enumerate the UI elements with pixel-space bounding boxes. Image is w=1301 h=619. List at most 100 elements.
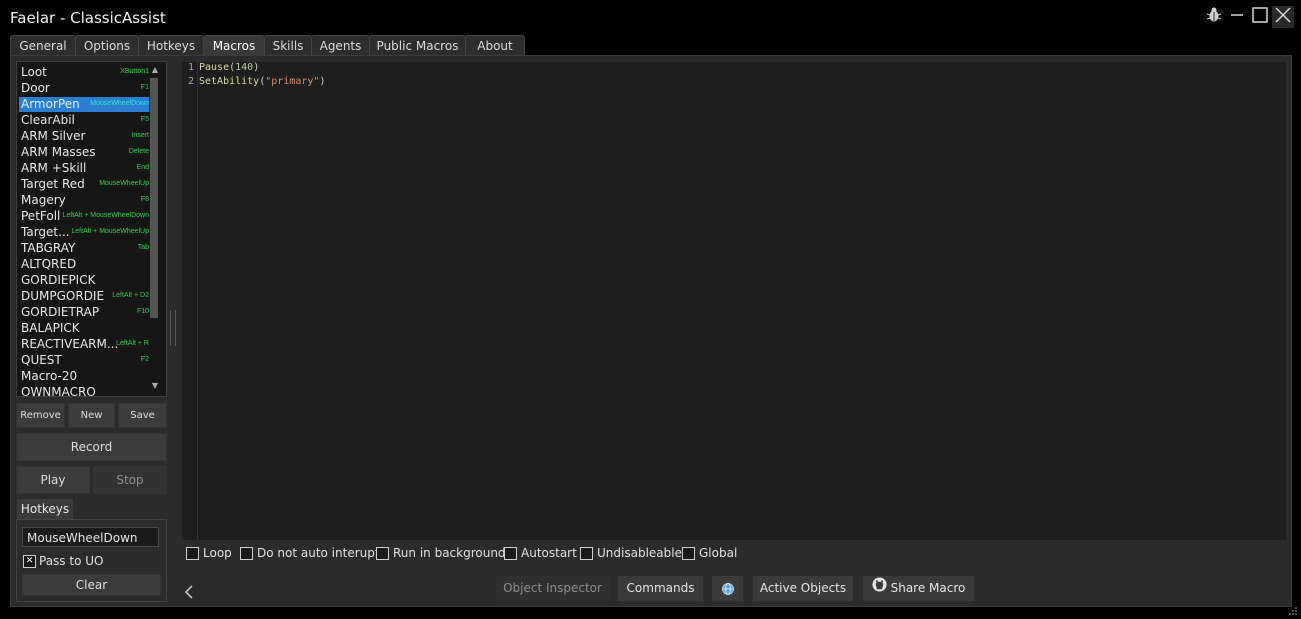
commands-button[interactable]: Commands — [618, 576, 703, 601]
list-item[interactable]: Door F1 — [19, 81, 149, 96]
macro-name: Target Red — [21, 177, 85, 191]
maximize-icon[interactable] — [1249, 6, 1271, 28]
macro-name: Loot — [21, 65, 47, 79]
list-item[interactable]: TABGRAY Tab — [19, 241, 149, 256]
globe-icon[interactable] — [712, 576, 743, 601]
macro-name: Macro-20 — [21, 369, 78, 383]
code-string: "primary" — [265, 76, 320, 87]
tab-macros[interactable]: Macros — [203, 35, 265, 56]
list-item[interactable]: BALAPICK — [19, 321, 149, 336]
scroll-thumb[interactable] — [150, 78, 158, 318]
github-icon — [872, 576, 887, 601]
global-checkbox[interactable] — [682, 547, 695, 560]
macro-name: DUMPGORDIE — [21, 289, 105, 303]
list-item[interactable]: ARM Masses Delete — [19, 145, 149, 160]
macro-name: QUEST — [21, 353, 62, 367]
minimize-icon[interactable] — [1226, 6, 1248, 28]
loop-label: Loop — [203, 546, 232, 560]
share-macro-label: Share Macro — [890, 581, 966, 595]
tab-options[interactable]: Options — [75, 35, 139, 56]
macro-hotkey: LeftAlt + D2 — [112, 292, 149, 299]
line-number: 1 — [187, 62, 194, 73]
scroll-down-icon[interactable]: ▼ — [149, 381, 161, 391]
tab-skills[interactable]: Skills — [264, 35, 312, 56]
list-item[interactable]: Macro-20 — [19, 369, 149, 384]
code-editor[interactable] — [181, 61, 1287, 541]
list-item[interactable]: GORDIEPICK — [19, 273, 149, 288]
new-button[interactable]: New — [68, 403, 115, 428]
code-function: SetAbility — [199, 76, 260, 87]
autostart-checkbox[interactable] — [504, 547, 517, 560]
do-not-auto-interupt-checkbox[interactable] — [240, 547, 253, 560]
macro-hotkey: LeftAlt + MouseWheelUp — [71, 228, 149, 235]
pass-to-uo-label: Pass to UO — [39, 554, 104, 568]
list-item[interactable]: OWNMACRO — [19, 385, 149, 396]
macro-name: REACTIVEARM... — [21, 337, 119, 351]
record-button[interactable]: Record — [16, 433, 167, 461]
macro-name: PetFoll — [21, 209, 61, 223]
line-gutter — [181, 61, 198, 539]
macro-hotkey: MouseWheelUp — [99, 180, 149, 187]
macro-name: ARM Silver — [21, 129, 86, 143]
hotkeys-tab[interactable]: Hotkeys — [17, 499, 73, 519]
macro-name: TABGRAY — [21, 241, 76, 255]
list-item[interactable]: Magery F8 — [19, 193, 149, 208]
undisableable-checkbox[interactable] — [580, 547, 593, 560]
code-line[interactable]: Pause(140) — [199, 62, 259, 73]
list-item[interactable]: Loot XButton1 — [19, 65, 149, 80]
tab-public-macros[interactable]: Public Macros — [369, 35, 466, 56]
code-function: Pause — [199, 62, 230, 73]
list-item[interactable]: ALTQRED — [19, 257, 149, 272]
list-item[interactable]: Target Red MouseWheelUp — [19, 177, 149, 192]
object-inspector-button[interactable]: Object Inspector — [496, 576, 609, 601]
scroll-up-icon[interactable]: ▲ — [149, 65, 161, 75]
macro-hotkey: Insert — [131, 132, 149, 139]
clear-button[interactable]: Clear — [22, 574, 161, 596]
remove-button[interactable]: Remove — [16, 403, 65, 428]
macro-list[interactable]: Loot XButton1 Door F1 ArmorPen MouseWheelDo… — [16, 61, 167, 397]
autostart-label: Autostart — [521, 546, 577, 560]
hotkey-field[interactable]: MouseWheelDown — [22, 527, 159, 547]
pass-to-uo-checkbox[interactable]: ✕ — [23, 555, 36, 568]
tab-hotkeys[interactable]: Hotkeys — [138, 35, 204, 56]
tab-about[interactable]: About — [465, 35, 525, 56]
undisableable-label: Undisableable — [597, 546, 682, 560]
tab-agents[interactable]: Agents — [311, 35, 370, 56]
macro-name: ALTQRED — [21, 257, 77, 271]
macro-hotkey: LeftAlt + R — [116, 340, 149, 347]
list-item[interactable]: PetFoll LeftAlt + MouseWheelDown — [19, 209, 149, 224]
macro-name: Door — [21, 81, 50, 95]
tab-general[interactable]: General — [10, 35, 76, 56]
play-button[interactable]: Play — [16, 466, 90, 494]
close-icon[interactable] — [1272, 6, 1294, 28]
macro-hotkey: Delete — [128, 148, 149, 155]
list-item[interactable]: ClearAbil F5 — [19, 113, 149, 128]
bug-icon[interactable] — [1203, 6, 1225, 28]
macro-list-scrollbar[interactable]: ▲ ▼ — [148, 65, 162, 393]
list-item[interactable]: QUEST F2 — [19, 353, 149, 368]
macro-name: GORDIETRAP — [21, 305, 100, 319]
code-line[interactable]: SetAbility("primary") — [199, 76, 325, 87]
save-button[interactable]: Save — [118, 403, 167, 428]
list-item-selected[interactable]: ArmorPen MouseWheelDown — [19, 97, 149, 112]
code-number: 140 — [235, 62, 254, 73]
list-item[interactable]: GORDIETRAP F10 — [19, 305, 149, 320]
list-item[interactable]: REACTIVEARM... LeftAlt + R — [19, 337, 149, 352]
list-item[interactable]: DUMPGORDIE LeftAlt + D2 — [19, 289, 149, 304]
stop-button[interactable]: Stop — [93, 466, 167, 494]
share-macro-button[interactable]: Share Macro — [863, 576, 974, 601]
list-item[interactable]: ARM +Skill End — [19, 161, 149, 176]
collapse-left-icon[interactable] — [183, 584, 195, 600]
list-item[interactable]: Target... LeftAlt + MouseWheelUp — [19, 225, 149, 240]
loop-checkbox[interactable] — [186, 547, 199, 560]
macro-name: GORDIEPICK — [21, 273, 96, 287]
resize-grip-icon[interactable] — [1288, 605, 1298, 615]
panel-splitter[interactable] — [170, 310, 176, 346]
active-objects-button[interactable]: Active Objects — [753, 576, 853, 601]
macro-hotkey: XButton1 — [120, 68, 149, 75]
macro-name: ClearAbil — [21, 113, 75, 127]
macro-name: ArmorPen — [21, 97, 80, 111]
macro-name: ARM Masses — [21, 145, 96, 159]
list-item[interactable]: ARM Silver Insert — [19, 129, 149, 144]
run-in-background-checkbox[interactable] — [376, 547, 389, 560]
